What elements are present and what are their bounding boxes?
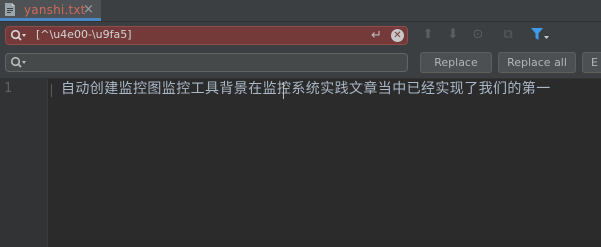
editor-area[interactable]: 1 自动创建监控图监控工具背景在监控系统实践文章当中已经实现了我们的第一	[0, 79, 601, 247]
editor-tab-bar: yanshi.txt ×	[0, 0, 601, 22]
clear-icon[interactable]: ✕	[391, 29, 404, 42]
find-replace-panel: [^\u4e00-\u9fa5] ↵ ✕ ⬆ ⬇ ⊙ ⧉ Replace Rep…	[0, 22, 601, 79]
replace-search-icon[interactable]	[10, 56, 26, 70]
enter-icon: ↵	[371, 28, 382, 43]
tab-yanshi-txt[interactable]: yanshi.txt ×	[0, 0, 101, 21]
file-icon	[5, 3, 15, 16]
arrow-up-icon[interactable]: ⬆	[420, 27, 436, 43]
search-input[interactable]: [^\u4e00-\u9fa5] ↵ ✕	[5, 26, 408, 45]
search-icon[interactable]	[10, 29, 26, 43]
tab-title: yanshi.txt	[24, 3, 86, 17]
select-all-icon[interactable]: ⧉	[500, 27, 516, 43]
replace-row: Replace Replace all E	[0, 49, 601, 77]
replace-all-button[interactable]: Replace all	[498, 52, 576, 73]
line-number: 1	[4, 81, 12, 96]
exclude-button[interactable]: E	[582, 52, 601, 73]
arrow-down-icon[interactable]: ⬇	[445, 27, 461, 43]
close-icon[interactable]: ×	[83, 3, 94, 17]
fold-marker	[46, 84, 52, 97]
line-gutter: 1	[0, 79, 52, 247]
editor-line-1[interactable]: 自动创建监控图监控工具背景在监控系统实践文章当中已经实现了我们的第一	[61, 79, 551, 99]
find-all-icon[interactable]: ⊙	[470, 27, 486, 43]
search-query-text: [^\u4e00-\u9fa5]	[36, 28, 132, 41]
filter-icon[interactable]	[531, 28, 549, 42]
text-caret	[283, 82, 284, 99]
active-tab-indicator	[0, 18, 101, 21]
replace-input[interactable]	[5, 53, 408, 72]
search-row: [^\u4e00-\u9fa5] ↵ ✕ ⬆ ⬇ ⊙ ⧉	[0, 22, 601, 48]
replace-button[interactable]: Replace	[420, 52, 492, 73]
